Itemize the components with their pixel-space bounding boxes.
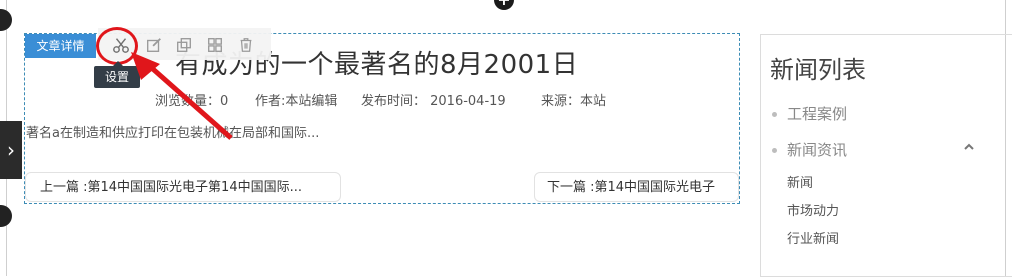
category-label: 新闻资讯 xyxy=(787,141,848,159)
subcategory-market-dynamics[interactable]: 市场动力 xyxy=(787,200,839,219)
subcategory-industry-news[interactable]: 行业新闻 xyxy=(787,228,839,247)
article-detail-module[interactable]: 文章详情 有成为的一个最著名的8月2001日 浏览数量：0 作者:本站编辑 发布… xyxy=(24,27,740,204)
module-label: 文章详情 xyxy=(25,34,96,58)
bullet-icon xyxy=(772,148,777,153)
next-article-button[interactable]: 下一篇 :第14中国国际光电子 xyxy=(534,172,739,202)
category-label: 工程案例 xyxy=(787,105,848,123)
plus-icon: + xyxy=(497,0,510,9)
source: 来源：本站 xyxy=(541,94,607,109)
subcategory-news[interactable]: 新闻 xyxy=(787,172,813,191)
chevron-up-icon[interactable] xyxy=(963,141,975,153)
side-panel-toggle[interactable]: › xyxy=(0,121,22,179)
annotation-arrow xyxy=(131,52,233,140)
chevron-right-icon: › xyxy=(7,138,15,162)
news-list-panel: 新闻列表 工程案例 新闻资讯 新闻 市场动力 行业新闻 xyxy=(760,34,1012,277)
previous-article-button[interactable]: 上一篇 :第14中国国际光电子第14中国国际... xyxy=(25,172,341,202)
author: 作者:本站编辑 xyxy=(255,94,338,109)
panel-title: 新闻列表 xyxy=(770,56,866,84)
publish-date: 发布时间： 2016-04-19 xyxy=(361,94,506,109)
category-news-info[interactable]: 新闻资讯 xyxy=(772,139,847,160)
category-engineering-cases[interactable]: 工程案例 xyxy=(772,103,847,124)
bullet-icon xyxy=(772,112,777,117)
